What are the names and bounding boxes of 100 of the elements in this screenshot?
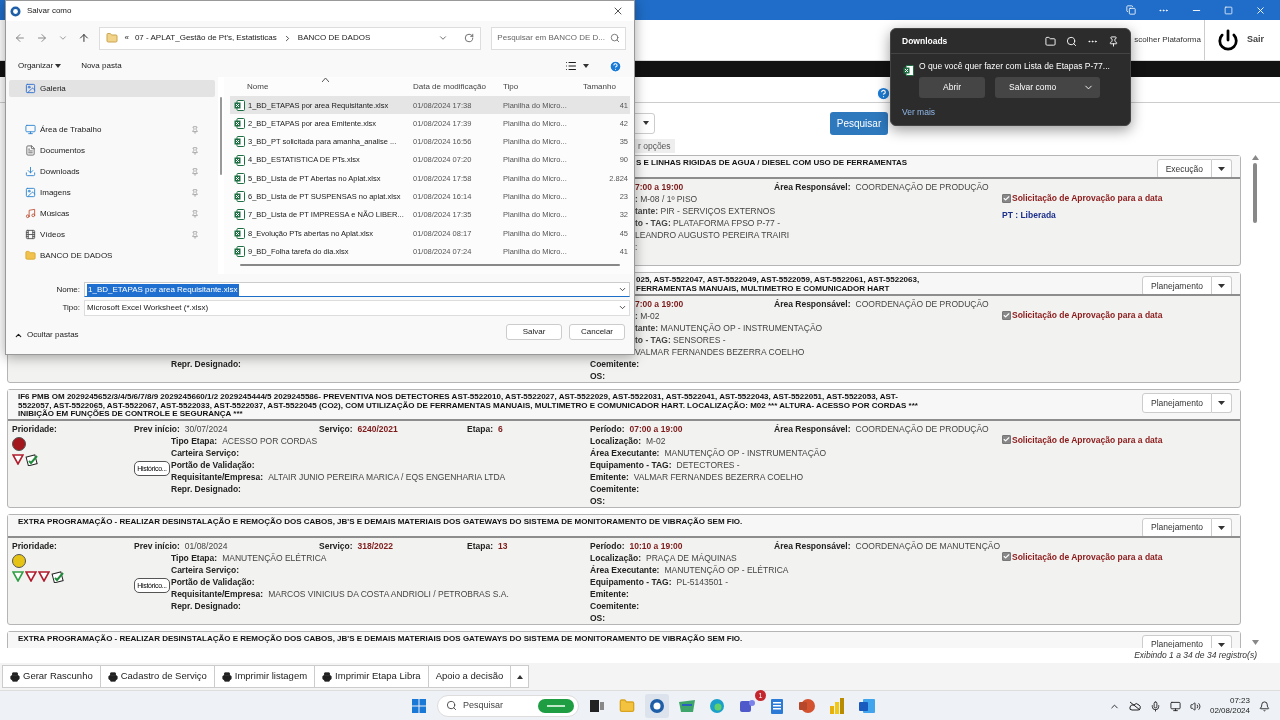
nav-item[interactable]: Downloads <box>9 163 215 180</box>
display-icon[interactable] <box>1169 700 1181 712</box>
exit-link[interactable]: Sair <box>1247 33 1264 47</box>
nav-item[interactable]: Vídeos <box>9 226 215 243</box>
browser-icon[interactable] <box>709 697 725 714</box>
help-icon[interactable] <box>876 86 891 101</box>
spreadsheet-icon <box>234 99 245 111</box>
checkbox[interactable] <box>1002 193 1011 203</box>
field-value: 6 <box>498 422 503 435</box>
caret-icon <box>1218 401 1225 405</box>
toolbar-button[interactable]: Imprimir Etapa Libra <box>314 665 429 688</box>
field-value: COORDENAÇÃO DE MANUTENÇÃO <box>855 539 1001 552</box>
status-dropdown[interactable] <box>1212 276 1232 294</box>
approval-label: Solicitação de Aprovação para a data <box>1012 192 1163 205</box>
new-folder-button[interactable]: Nova pasta <box>81 60 122 72</box>
nav-item[interactable]: Documentos <box>9 142 215 159</box>
status-dropdown[interactable] <box>1212 393 1232 413</box>
column-header[interactable]: Tamanho <box>583 81 630 93</box>
file-name-field[interactable]: 1_BD_ETAPAS por area Requisitante.xlsx <box>84 282 630 297</box>
field-label: Carteira Serviço: <box>171 446 240 459</box>
app-icon[interactable] <box>679 699 695 712</box>
chat-app-icon[interactable] <box>739 697 755 714</box>
card-title: EXTRA PROGRAMAÇÃO - REALIZAR DESINSTALAÇÃO E REMOÇÃO DOS CABOS, JB'S E DEMAIS MATERIAIS DOS GATEWAYS DO SISTEMA DE MONITORAMENTO DE VIBRAÇÃO SEM FIO. <box>18 517 743 526</box>
toolbar-button[interactable]: Gerar Rascunho <box>2 665 101 688</box>
tab-actions-icon[interactable] <box>1126 5 1136 15</box>
toolbar-button[interactable]: Apoio a decisão <box>427 665 512 688</box>
options-tab[interactable]: r opções <box>634 139 675 153</box>
status-button[interactable]: Execução <box>1156 159 1212 177</box>
card-title: 025, AST-5522047, AST-5522049, AST-5522059, AST-5522061, AST-5522063, FERRAMENTAS MANUAIS, MULTIMETRO E COMUNICADOR HART <box>636 276 920 293</box>
scroll-up-icon[interactable] <box>1251 155 1259 160</box>
dropdown-icon[interactable] <box>438 33 449 43</box>
breadcrumb[interactable]: BANCO DE DADOS <box>297 32 371 44</box>
save-button[interactable]: Salvar <box>506 324 562 340</box>
spreadsheet-icon <box>903 65 914 76</box>
up-icon[interactable] <box>77 32 90 44</box>
pin-icon[interactable] <box>1108 35 1119 47</box>
field-value: 10:10 a 19:00 <box>629 539 683 552</box>
nav-item[interactable]: Imagens <box>9 184 215 201</box>
cancel-button[interactable]: Cancelar <box>569 324 625 340</box>
address-bar[interactable]: « 07 - APLAT_Gestão de Pt's, Estatisticas BANCO DE DADOS <box>99 26 482 50</box>
nav-item[interactable]: BANCO DE DADOS <box>9 247 215 264</box>
bar-chart-icon[interactable] <box>830 697 844 714</box>
organize-menu[interactable]: Organizar <box>18 60 62 72</box>
file-type-select[interactable]: Microsoft Excel Worksheet (*.xlsx) <box>84 299 630 316</box>
speaker-icon[interactable] <box>1189 700 1201 712</box>
search-field[interactable]: Pesquisar em BANCO DE D... <box>491 26 626 50</box>
nav-item[interactable]: Galeria <box>9 80 215 97</box>
status-button[interactable]: Planejamento <box>1142 517 1212 536</box>
scroll-down-icon[interactable] <box>1251 640 1259 645</box>
close-icon[interactable] <box>612 5 624 17</box>
toolbar-button[interactable]: Cadastro de Serviço <box>99 665 215 688</box>
refresh-icon[interactable] <box>464 33 475 43</box>
field-label: Área Responsável: <box>774 181 851 193</box>
checkbox[interactable] <box>1002 310 1011 320</box>
task-view-icon[interactable] <box>590 699 604 712</box>
checkbox[interactable] <box>1002 552 1011 562</box>
status-button[interactable]: Planejamento <box>1142 634 1212 648</box>
maximize-icon[interactable] <box>1224 5 1233 15</box>
breadcrumb[interactable]: 07 - APLAT_Gestão de Pt's, Estatisticas <box>134 32 277 44</box>
status-dropdown[interactable] <box>1212 159 1232 177</box>
toolbar-button[interactable]: Imprimir listagem <box>213 665 316 688</box>
checkbox[interactable] <box>1002 435 1011 445</box>
field-label: Localização: <box>590 434 642 447</box>
nav-item[interactable]: Músicas <box>9 205 215 222</box>
path-prefix: « <box>124 32 129 44</box>
column-header[interactable]: Nome <box>230 81 413 93</box>
field-value: COORDENAÇÃO DE PRODUÇÃO <box>855 298 989 310</box>
see-more-link[interactable]: Ver mais <box>891 105 1130 119</box>
column-header[interactable]: Tipo <box>503 81 583 93</box>
panel-title: Downloads <box>902 34 949 48</box>
notepad-icon[interactable] <box>771 697 783 714</box>
folder-icon[interactable] <box>1045 35 1056 47</box>
nav-item[interactable]: Área de Trabalho <box>9 121 215 138</box>
start-button[interactable] <box>412 698 426 713</box>
platform-link[interactable]: scolher Plataforma <box>1134 34 1204 46</box>
help-icon[interactable] <box>609 59 622 73</box>
search-highlight-icon <box>538 698 574 713</box>
field-label: Portão de Validação: <box>171 458 255 471</box>
save-as-button[interactable]: Salvar como <box>995 76 1100 98</box>
notification-icon[interactable] <box>1259 700 1270 712</box>
power-icon[interactable] <box>1217 29 1239 51</box>
cloud-icon[interactable] <box>1128 701 1141 711</box>
status-dropdown[interactable] <box>1212 634 1232 648</box>
open-button[interactable]: Abrir <box>919 76 985 98</box>
search-button[interactable]: Pesquisar <box>830 111 888 135</box>
taskbar-search-field[interactable]: Pesquisar <box>437 694 579 717</box>
caret-icon[interactable] <box>583 64 589 68</box>
status-button[interactable]: Planejamento <box>1142 276 1212 294</box>
status-dropdown[interactable] <box>1212 517 1232 536</box>
view-icon[interactable] <box>565 60 577 72</box>
microphone-icon[interactable] <box>1149 700 1161 712</box>
word-icon[interactable] <box>859 697 875 714</box>
search-icon[interactable] <box>1066 35 1077 47</box>
presentation-icon[interactable] <box>799 697 815 714</box>
warning-triangle-icon <box>12 454 24 465</box>
more-actions-button[interactable] <box>510 665 530 688</box>
column-header[interactable]: Data de modificação <box>413 81 503 93</box>
hide-folders-toggle[interactable]: Ocultar pastas <box>14 329 79 341</box>
status-button[interactable]: Planejamento <box>1142 393 1212 413</box>
close-icon[interactable] <box>1255 4 1266 16</box>
